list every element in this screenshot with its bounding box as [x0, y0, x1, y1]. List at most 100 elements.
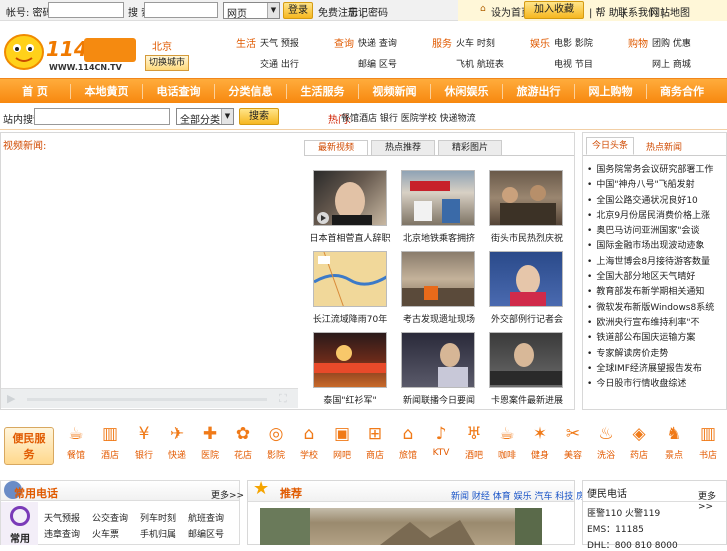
news-item[interactable]: 专家解读房价走势: [587, 347, 724, 362]
common-more-link[interactable]: 更多>>: [211, 488, 244, 501]
common-link[interactable]: 违章查询: [44, 527, 80, 540]
service-school[interactable]: ⌂ 学校: [295, 420, 323, 472]
news-item[interactable]: 北京9月份居民消费价格上涨: [587, 209, 724, 224]
site-logo[interactable]: 114 WWW.114CN.TV: [2, 28, 138, 74]
tab-latest-video[interactable]: 最新视频: [304, 140, 368, 156]
tab-hot-video[interactable]: 热点推荐: [371, 140, 435, 156]
tab-hot-news[interactable]: 热点新闻: [640, 140, 688, 153]
video-caption[interactable]: 卡恩案件最新进展: [482, 393, 572, 406]
nav-item[interactable]: 视频新闻: [359, 79, 430, 104]
nav-item-home[interactable]: 首 页: [0, 79, 70, 104]
video-thumbnail[interactable]: [313, 170, 387, 226]
header-link[interactable]: 网上 商城: [652, 57, 691, 70]
tab-pictures[interactable]: 精彩图片: [438, 140, 502, 156]
service-coffee[interactable]: ☕ 咖啡: [493, 420, 521, 472]
nav-item[interactable]: 商务合作: [647, 79, 717, 104]
service-restaurant[interactable]: ☕ 餐馆: [62, 420, 90, 472]
news-item[interactable]: 全国公路交通状况良好10: [587, 194, 724, 209]
bookmark-button[interactable]: 加入收藏: [524, 1, 584, 19]
player-controls[interactable]: ▶ ⛶: [1, 388, 298, 408]
service-bar[interactable]: ♅ 酒吧: [460, 420, 488, 472]
header-link[interactable]: 团购 优惠: [652, 36, 691, 49]
service-florist[interactable]: ✿ 花店: [229, 420, 257, 472]
news-item[interactable]: 中国"神舟八号"飞船发射: [587, 178, 724, 193]
account-input[interactable]: [48, 2, 124, 18]
service-hotel[interactable]: ▥ 酒店: [96, 420, 124, 472]
header-link[interactable]: 电视 节目: [554, 57, 593, 70]
featured-image[interactable]: [260, 508, 542, 545]
switch-city-button[interactable]: 切换城市: [145, 55, 189, 71]
password-input[interactable]: [144, 2, 218, 18]
news-item[interactable]: 欧洲央行宣布维持利率"不: [587, 316, 724, 331]
common-tab-label[interactable]: 常用: [10, 530, 30, 545]
header-link[interactable]: 快递 查询: [358, 36, 397, 49]
play-icon[interactable]: ▶: [7, 392, 15, 405]
video-player[interactable]: [1, 152, 298, 408]
news-item[interactable]: 全球IMF经济展望报告发布: [587, 362, 724, 377]
video-caption[interactable]: 泰国"红衫军": [305, 393, 395, 406]
video-caption[interactable]: 外交部例行记者会: [482, 312, 572, 325]
service-hospital[interactable]: ✚ 医院: [196, 420, 224, 472]
service-inn[interactable]: ⌂ 旅馆: [394, 420, 422, 472]
video-thumbnail[interactable]: [313, 332, 387, 388]
common-link[interactable]: 航班查询: [188, 511, 224, 524]
header-link[interactable]: 电影 影院: [554, 36, 593, 49]
header-link[interactable]: 飞机 航班表: [456, 57, 504, 70]
news-item[interactable]: 全国大部分地区天气晴好: [587, 270, 724, 285]
video-caption[interactable]: 长江流域降雨70年: [305, 312, 395, 325]
video-thumbnail[interactable]: [489, 251, 563, 307]
video-thumbnail[interactable]: [489, 170, 563, 226]
video-thumbnail[interactable]: [313, 251, 387, 307]
header-link[interactable]: 邮编 区号: [358, 57, 397, 70]
news-item[interactable]: 国际金融市场出现波动迹象: [587, 239, 724, 254]
video-thumbnail[interactable]: [401, 251, 475, 307]
fullscreen-icon[interactable]: ⛶: [279, 392, 287, 406]
news-item[interactable]: 国务院常务会议研究部署工作: [587, 163, 724, 178]
nav-item[interactable]: 生活服务: [287, 79, 358, 104]
video-caption[interactable]: 日本首相菅直人辞职: [305, 231, 395, 244]
nav-item[interactable]: 网上购物: [575, 79, 646, 104]
video-caption[interactable]: 新闻联播今日要闻: [394, 393, 484, 406]
service-netbar[interactable]: ▣ 网吧: [328, 420, 356, 472]
video-caption[interactable]: 考古发现遗址现场: [394, 312, 484, 325]
video-thumbnail[interactable]: [401, 170, 475, 226]
service-shop[interactable]: ⊞ 商店: [361, 420, 389, 472]
common-link[interactable]: 邮编区号: [188, 527, 224, 540]
service-fitness[interactable]: ✶ 健身: [526, 420, 554, 472]
news-item[interactable]: 教育部发布新学期相关通知: [587, 285, 724, 300]
news-item[interactable]: 上海世博会8月接待游客数量: [587, 255, 724, 270]
nav-item[interactable]: 电话查询: [143, 79, 214, 104]
site-search-input[interactable]: [34, 108, 170, 125]
header-link[interactable]: 天气 预报: [260, 36, 299, 49]
common-link[interactable]: 天气预报: [44, 511, 80, 524]
hot-keywords[interactable]: 餐馆酒店 银行 医院学校 快递物流: [341, 111, 476, 124]
common-link[interactable]: 公交查询: [92, 511, 128, 524]
video-caption[interactable]: 北京地铁乘客拥挤: [394, 231, 484, 244]
news-item[interactable]: 微软发布新版Windows8系统: [587, 301, 724, 316]
service-bookstore[interactable]: ▥ 书店: [694, 420, 722, 472]
common-link[interactable]: 手机归属: [140, 527, 176, 540]
service-beauty[interactable]: ✂ 美容: [559, 420, 587, 472]
nav-item[interactable]: 休闲娱乐: [431, 79, 502, 104]
video-thumbnail[interactable]: [489, 332, 563, 388]
service-pharmacy[interactable]: ◈ 药店: [625, 420, 653, 472]
forgot-password-link[interactable]: 忘记密码: [348, 4, 388, 19]
search-type-select[interactable]: 网页 ▼: [223, 2, 280, 20]
common-link[interactable]: 火车票: [92, 527, 119, 540]
service-express[interactable]: ✈ 快递: [163, 420, 191, 472]
service-scenic[interactable]: ♞ 景点: [660, 420, 688, 472]
progress-track[interactable]: [27, 398, 267, 401]
video-caption[interactable]: 街头市民热烈庆祝: [482, 231, 572, 244]
site-search-button[interactable]: 搜索: [239, 108, 279, 125]
header-link[interactable]: 交通 出行: [260, 57, 299, 70]
service-bath[interactable]: ♨ 洗浴: [592, 420, 620, 472]
service-ktv[interactable]: ♪ KTV: [427, 420, 455, 472]
news-item[interactable]: 奥巴马访问亚洲国家"会谈: [587, 224, 724, 239]
news-item[interactable]: 铁道部公布国庆运输方案: [587, 331, 724, 346]
category-select[interactable]: 全部分类 ▼: [176, 108, 234, 126]
news-item[interactable]: 今日股市行情收盘综述: [587, 377, 724, 392]
header-link[interactable]: 火车 时刻: [456, 36, 495, 49]
service-cinema[interactable]: ◎ 影院: [262, 420, 290, 472]
nav-item[interactable]: 旅游出行: [503, 79, 574, 104]
service-bank[interactable]: ¥ 银行: [130, 420, 158, 472]
